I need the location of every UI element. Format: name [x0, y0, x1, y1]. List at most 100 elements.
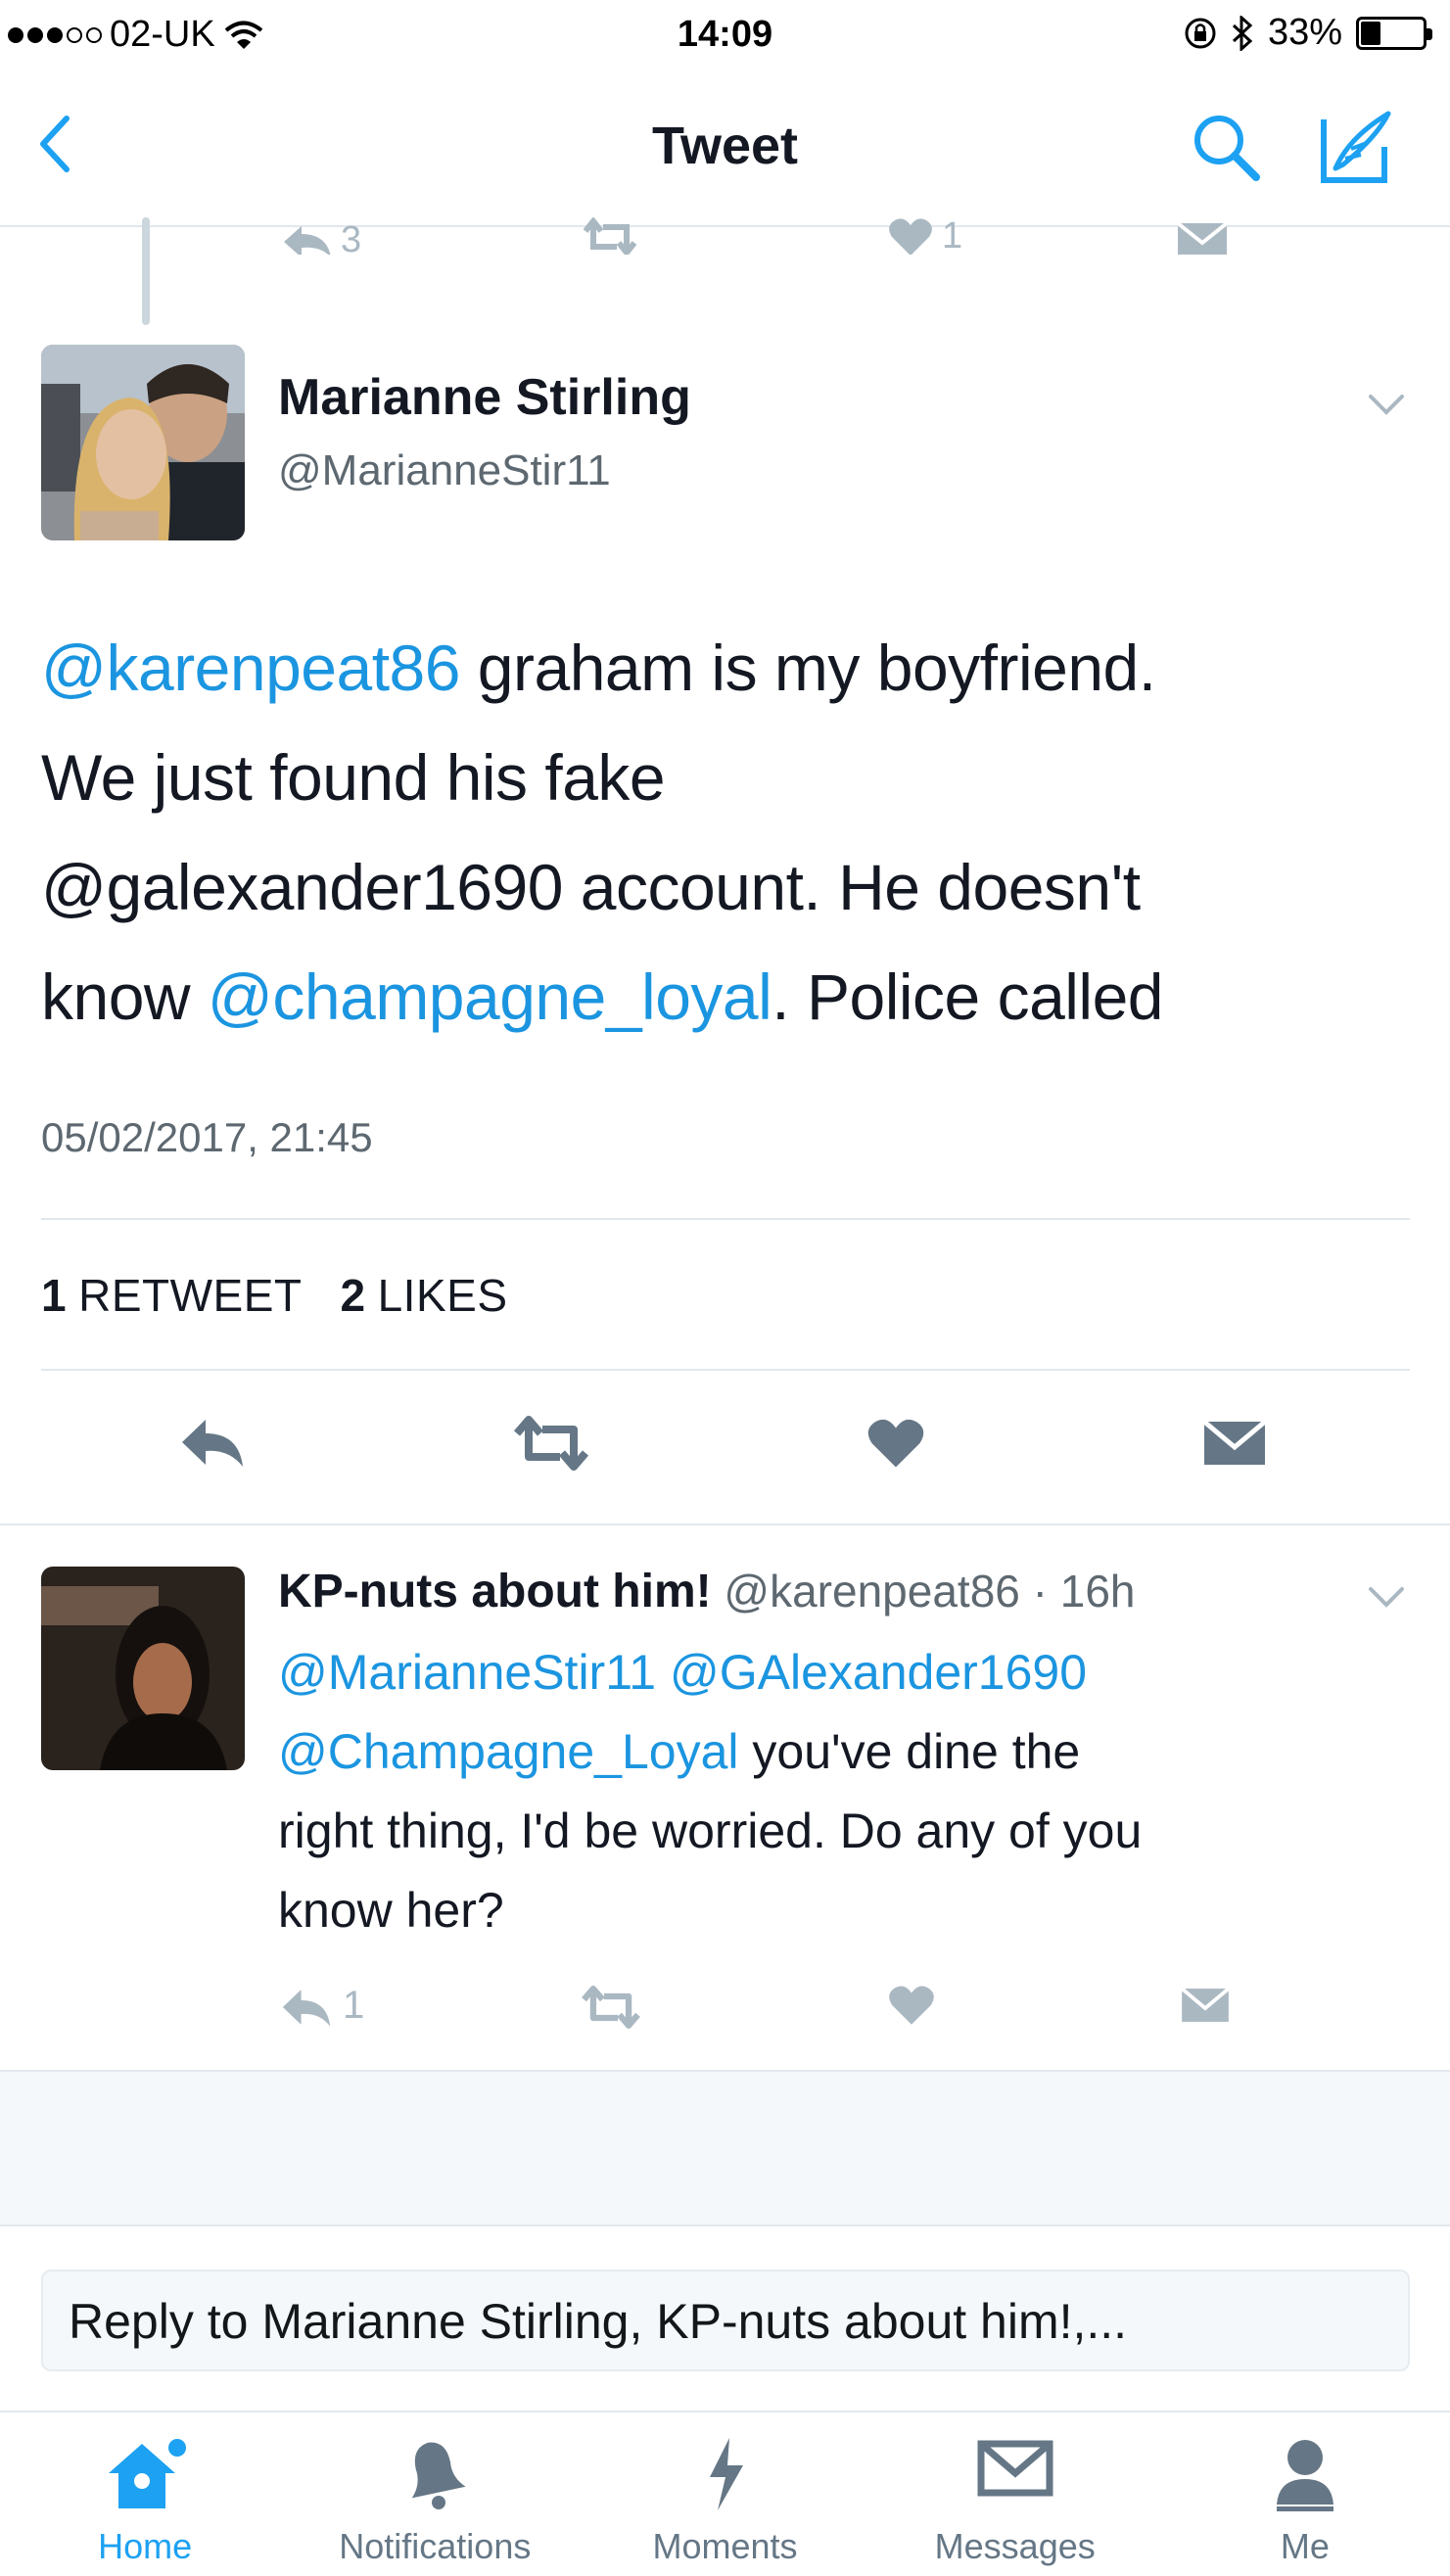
status-bar: 02-UK 14:09 33%: [0, 0, 1450, 70]
reply-text-line: @Champagne_Loyal you've dine the: [278, 1712, 1424, 1792]
reply-author-handle[interactable]: @karenpeat86: [724, 1566, 1019, 1616]
chevron-down-icon: [1369, 395, 1404, 415]
tweet-options-button[interactable]: [1367, 392, 1406, 422]
battery-level: [1361, 21, 1380, 45]
reply-retweet-button[interactable]: [578, 1986, 644, 2034]
tweet-text: @karenpeat86 graham is my boyfriend. We …: [41, 613, 1412, 1052]
search-button[interactable]: [1187, 108, 1265, 186]
text-segment: We just found his fake: [41, 741, 666, 814]
battery-percent: 33%: [1267, 12, 1342, 53]
reply-text-line: know her?: [278, 1871, 1424, 1950]
tweet-text-line: @karenpeat86 graham is my boyfriend.: [41, 613, 1412, 723]
retweet-icon: [582, 1986, 640, 2029]
tweet-text-line: know @champagne_loyal. Police called: [41, 942, 1412, 1052]
retweet-stat[interactable]: 1 RETWEET: [41, 1270, 302, 1321]
prev-dm-button[interactable]: [1175, 219, 1230, 255]
heart-icon: [889, 1986, 934, 2025]
reply-author-name[interactable]: KP-nuts about him!: [278, 1566, 712, 1617]
reply-reply-button[interactable]: 1: [278, 1984, 364, 2028]
reply-dm-button[interactable]: [1179, 1986, 1232, 2030]
battery-icon: [1356, 16, 1432, 50]
lightning-icon: [709, 2438, 743, 2510]
prev-retweet-button[interactable]: [578, 216, 642, 255]
tab-icon-wrap: [870, 2434, 1160, 2503]
tab-icon-wrap: [580, 2434, 869, 2514]
rotation-lock-icon: [1185, 18, 1216, 48]
text-segment: @galexander1690 account. He doesn't: [41, 851, 1141, 923]
tweet-author-name[interactable]: Marianne Stirling: [278, 368, 691, 427]
tab-label: Moments: [652, 2526, 798, 2566]
likes-stat[interactable]: 2 LIKES: [341, 1270, 508, 1321]
tweet-text-line: We just found his fake: [41, 723, 1412, 832]
heart-icon: [889, 218, 932, 255]
tab-icon-wrap: [1160, 2434, 1450, 2514]
text-segment: . Police called: [772, 960, 1164, 1033]
reply-button[interactable]: [178, 1416, 247, 1474]
reply-time: · 16h: [1032, 1566, 1136, 1616]
likes-count: 2: [340, 1270, 366, 1321]
tab-home[interactable]: Home: [0, 2412, 290, 2576]
home-icon: [109, 2439, 187, 2508]
direct-message-button[interactable]: [1200, 1418, 1269, 1474]
tweet-timestamp: 05/02/2017, 21:45: [41, 1114, 373, 1160]
person-icon: [1276, 2440, 1333, 2511]
bluetooth-icon: [1232, 15, 1253, 51]
composer-placeholder: Reply to Marianne Stirling, KP-nuts abou…: [69, 2294, 1128, 2349]
prev-reply-count: 3: [341, 219, 362, 255]
text-segment: know her?: [278, 1883, 504, 1938]
retweet-icon: [513, 1416, 589, 1471]
text-segment: know: [41, 960, 208, 1033]
bell-icon: [412, 2442, 466, 2509]
retweet-button[interactable]: [509, 1416, 593, 1475]
tab-moments[interactable]: Moments: [580, 2412, 869, 2576]
prev-reply-button[interactable]: 3: [280, 219, 361, 255]
thread-line: [142, 217, 150, 325]
divider: [41, 1369, 1410, 1371]
reply-like-button[interactable]: [887, 1984, 936, 2032]
tab-label: Home: [98, 2526, 193, 2566]
reply-text: @MarianneStir11 @GAlexander1690 @Champag…: [278, 1633, 1424, 1950]
reply-composer-input[interactable]: Reply to Marianne Stirling, KP-nuts abou…: [41, 2270, 1410, 2371]
chevron-down-icon: [1369, 1587, 1404, 1608]
retweet-label: RETWEET: [78, 1270, 302, 1321]
tab-label: Messages: [934, 2526, 1096, 2566]
tab-notifications[interactable]: Notifications: [290, 2412, 580, 2576]
tweet-text-line: @galexander1690 account. He doesn't: [41, 832, 1412, 942]
envelope-icon: [1202, 1420, 1267, 1465]
avatar-marianne[interactable]: [41, 345, 245, 540]
retweet-icon: [583, 216, 637, 255]
profile-photo: [41, 1567, 245, 1770]
reply-icon: [182, 1420, 243, 1467]
reply-header: KP-nuts about him! @karenpeat86 · 16h: [278, 1565, 1136, 1618]
mention-champagne-loyal[interactable]: @champagne_loyal: [208, 960, 772, 1033]
prev-like-count: 1: [942, 215, 963, 255]
retweet-count: 1: [41, 1270, 68, 1321]
tweet-stats: 1 RETWEET 2 LIKES: [41, 1269, 508, 1322]
nav-bar: Tweet: [0, 70, 1450, 227]
divider: [0, 1523, 1450, 1525]
previous-tweet-actions: 3 1: [0, 206, 1450, 255]
mention-links[interactable]: @MarianneStir11 @GAlexander1690: [278, 1645, 1087, 1700]
envelope-icon: [1176, 221, 1229, 255]
envelope-icon: [977, 2440, 1053, 2497]
reply-text-line: right thing, I'd be worried. Do any of y…: [278, 1792, 1424, 1871]
profile-photo: [41, 345, 245, 540]
like-button[interactable]: [865, 1416, 926, 1475]
heart-icon: [867, 1419, 924, 1468]
reply-options-button[interactable]: [1367, 1584, 1406, 1615]
tab-messages[interactable]: Messages: [870, 2412, 1160, 2576]
prev-like-button[interactable]: 1: [887, 215, 962, 255]
compose-button[interactable]: [1312, 106, 1400, 188]
envelope-icon: [1180, 1987, 1231, 2022]
reply-icon: [284, 226, 331, 255]
divider: [41, 1218, 1410, 1220]
tab-icon-wrap: [290, 2434, 580, 2514]
tweet-author-handle[interactable]: @MarianneStir11: [278, 446, 611, 495]
text-segment: right thing, I'd be worried. Do any of y…: [278, 1803, 1143, 1858]
mention-champagne-loyal[interactable]: @Champagne_Loyal: [278, 1724, 739, 1779]
avatar-karenpeat86[interactable]: [41, 1567, 245, 1770]
section-gap: [0, 2070, 1450, 2226]
tab-me[interactable]: Me: [1160, 2412, 1450, 2576]
reply-reply-count: 1: [343, 1984, 365, 2027]
mention-karenpeat86[interactable]: @karenpeat86: [41, 632, 460, 704]
